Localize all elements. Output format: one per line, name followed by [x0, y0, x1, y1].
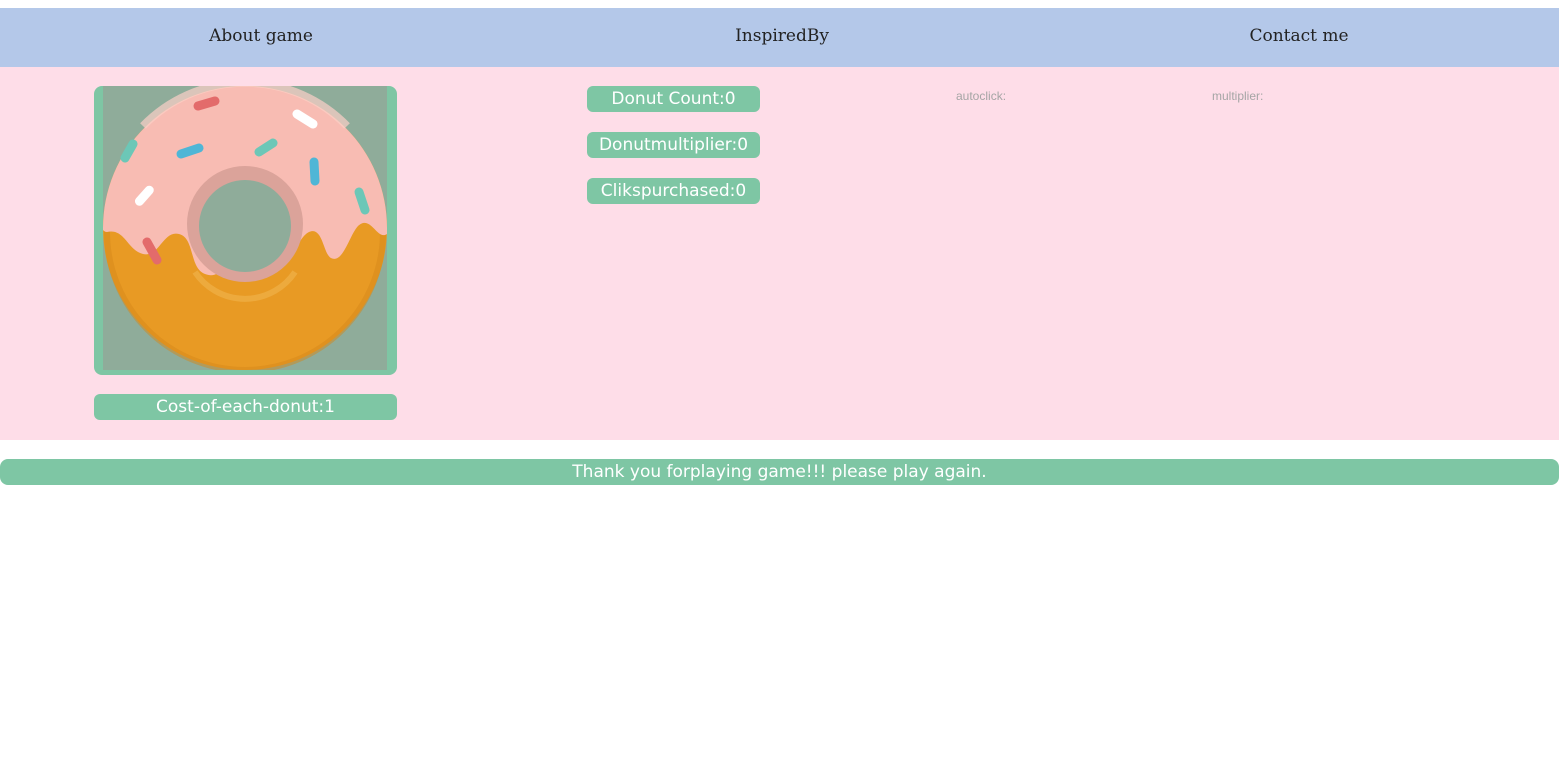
clicks-purchased-button[interactable]: Clikspurchased:0 [587, 178, 760, 204]
donut-multiplier-button[interactable]: Donutmultiplier:0 [587, 132, 760, 158]
nav-inspired-by-link[interactable]: InspiredBy [735, 26, 829, 46]
multiplier-label: multiplier: [1212, 89, 1264, 103]
donut-count-label: Donut Count:0 [587, 86, 760, 112]
nav-about-game-link[interactable]: About game [209, 26, 313, 46]
autoclick-label: autoclick: [956, 89, 1007, 103]
donut-image-background [103, 86, 387, 373]
nav-bar: About game InspiredBy Contact me [0, 8, 1559, 67]
thank-you-banner: Thank you forplaying game!!! please play… [0, 459, 1559, 485]
cost-of-each-donut-label: Cost-of-each-donut:1 [94, 394, 397, 420]
donut-button[interactable] [94, 86, 397, 375]
donut-icon [103, 86, 387, 373]
nav-contact-me-link[interactable]: Contact me [1249, 26, 1348, 46]
